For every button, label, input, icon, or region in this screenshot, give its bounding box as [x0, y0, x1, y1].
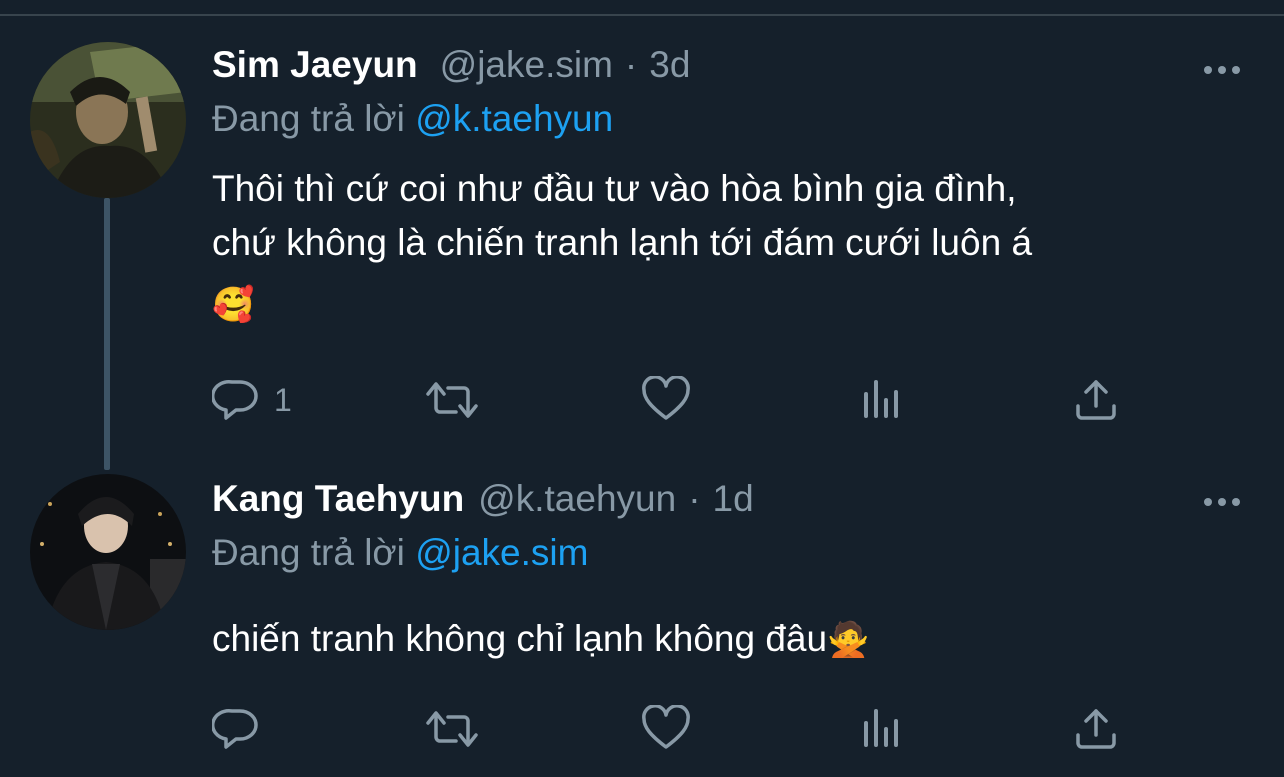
reply-icon: [212, 380, 258, 420]
emoji: 🥰: [212, 286, 255, 324]
retweet-icon: [426, 711, 478, 747]
tweet-actions: [212, 705, 1212, 755]
like-button[interactable]: [640, 705, 692, 753]
tweet[interactable]: Kang Taehyun @k.taehyun · 1d Đang trả lờ…: [0, 460, 1284, 777]
share-button[interactable]: [1072, 705, 1120, 753]
tweet-text-line: Thôi thì cứ coi như đầu tư vào hòa bình …: [212, 168, 1017, 209]
mention-link[interactable]: @k.taehyun: [415, 98, 613, 139]
tweet-text-line: chứ không là chiến tranh lạnh tới đám cư…: [212, 222, 1033, 263]
analytics-button[interactable]: [860, 705, 904, 753]
display-name[interactable]: Sim Jaeyun: [212, 44, 418, 86]
analytics-icon: [864, 380, 898, 418]
like-icon: [642, 376, 690, 420]
share-icon: [1076, 380, 1116, 420]
tweet-actions: 1: [212, 376, 1212, 426]
retweet-icon: [426, 382, 478, 418]
handle[interactable]: @jake.sim: [440, 44, 613, 86]
analytics-icon: [864, 709, 898, 747]
separator: ·: [624, 44, 638, 85]
like-icon: [642, 705, 690, 749]
tweet-text: Thôi thì cứ coi như đầu tư vào hòa bình …: [212, 162, 1222, 332]
more-options-icon[interactable]: [1204, 66, 1240, 74]
timestamp[interactable]: 3d: [649, 44, 690, 86]
tweet-header: Sim Jaeyun @jake.sim · 3d: [212, 44, 690, 94]
timestamp[interactable]: 1d: [713, 478, 754, 520]
more-options-icon[interactable]: [1204, 498, 1240, 506]
display-name[interactable]: Kang Taehyun: [212, 478, 464, 520]
tweet-text-line: chiến tranh không chỉ lạnh không đâu: [212, 618, 828, 659]
reply-icon: [212, 709, 258, 749]
reply-button[interactable]: 1: [212, 376, 292, 424]
tweet[interactable]: Sim Jaeyun @jake.sim · 3d Đang trả lời @…: [0, 0, 1284, 470]
separator: ·: [688, 478, 701, 519]
emoji: 🙅: [827, 621, 870, 659]
retweet-button[interactable]: [424, 705, 480, 753]
reply-count: 1: [274, 381, 292, 418]
share-button[interactable]: [1072, 376, 1120, 424]
analytics-button[interactable]: [860, 376, 904, 424]
avatar[interactable]: [30, 42, 186, 198]
replying-prefix: Đang trả lời: [212, 98, 405, 139]
tweet-text: chiến tranh không chỉ lạnh không đâu🙅: [212, 612, 1222, 667]
retweet-button[interactable]: [424, 376, 480, 424]
handle[interactable]: @k.taehyun: [478, 478, 676, 520]
tweet-header: Kang Taehyun @k.taehyun · 1d: [212, 478, 754, 528]
replying-prefix: Đang trả lời: [212, 532, 405, 573]
replying-to: Đang trả lời @k.taehyun: [212, 98, 613, 140]
like-button[interactable]: [640, 376, 692, 424]
reply-button[interactable]: [212, 705, 260, 753]
share-icon: [1076, 709, 1116, 749]
avatar[interactable]: [30, 474, 186, 630]
thread-line: [104, 198, 110, 470]
mention-link[interactable]: @jake.sim: [415, 532, 588, 573]
replying-to: Đang trả lời @jake.sim: [212, 532, 588, 574]
